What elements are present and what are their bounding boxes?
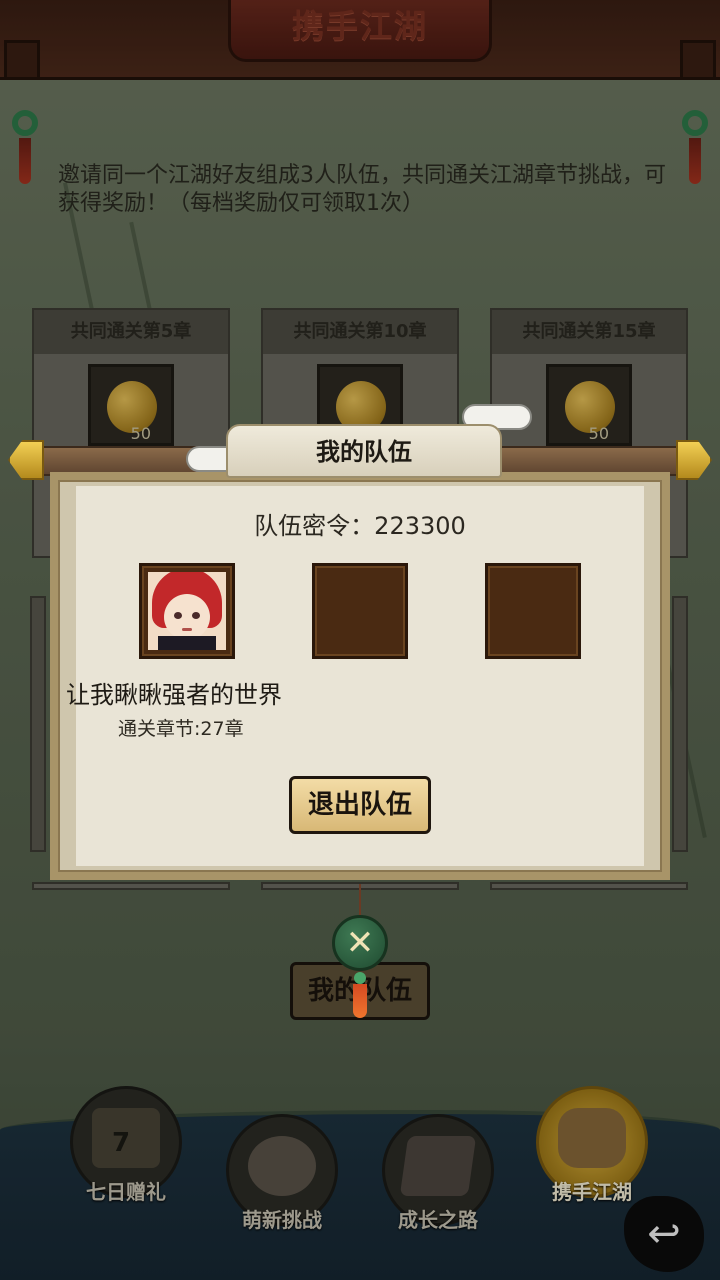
member-chapter: 通关章节:27章 (118, 718, 244, 740)
avatar-eye (174, 612, 182, 619)
avatar (148, 572, 226, 650)
avatar-collar (158, 636, 216, 650)
member-slot-2-empty[interactable] (312, 563, 408, 659)
red-tassel (353, 984, 367, 1018)
avatar-eye (192, 612, 200, 619)
member-slot-3-empty[interactable] (485, 563, 581, 659)
member-slot-1[interactable] (139, 563, 235, 659)
avatar-face (164, 594, 210, 640)
member-name: 让我瞅瞅强者的世界 (66, 681, 282, 709)
team-modal-title: 我的队伍 (226, 424, 502, 478)
tassel-string (359, 884, 361, 918)
close-x-icon[interactable]: ✕ (332, 915, 388, 971)
team-password: 队伍密令：223300 (254, 512, 466, 540)
jade-bead (354, 972, 366, 984)
avatar-mouth (182, 628, 192, 631)
leave-team-button[interactable]: 退出队伍 (289, 776, 431, 834)
